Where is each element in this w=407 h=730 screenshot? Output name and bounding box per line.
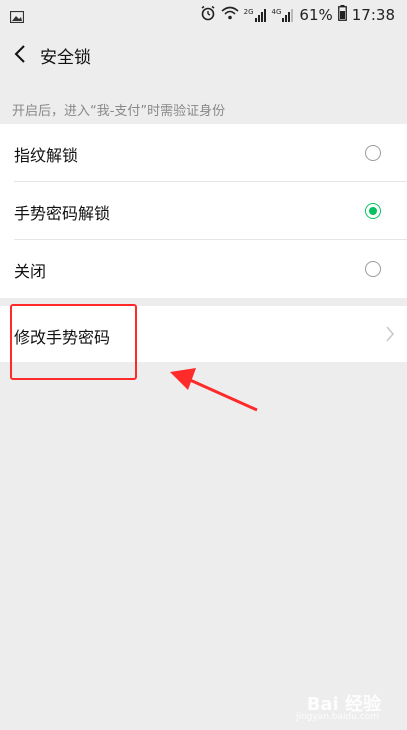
highlight-box [10,304,137,380]
battery-percent: 61% [299,6,333,24]
signal-icon-2: 4G [272,8,295,22]
alarm-icon [200,5,216,25]
radio-unchecked-icon[interactable] [365,261,381,277]
option-fingerprint-unlock[interactable]: 指纹解锁 [14,124,407,182]
option-gesture-unlock[interactable]: 手势密码解锁 [14,182,407,240]
image-icon [9,8,25,27]
back-button[interactable] [10,42,32,66]
status-bar: 2G 4G 61% 17:38 [0,0,407,30]
radio-unchecked-icon[interactable] [365,145,381,161]
security-hint-text: 开启后，进入“我-支付”时需验证身份 [12,104,226,119]
radio-checked-icon[interactable] [365,203,381,219]
baidu-watermark-url: jingyan.baidu.com [295,712,379,722]
option-label: 手势密码解锁 [14,204,111,223]
wifi-icon [221,6,239,24]
chevron-left-icon [14,45,25,63]
option-label: 指纹解锁 [14,146,79,165]
header-bar: 安全锁 [0,30,407,78]
signal-label-1: 2G [243,8,254,16]
signal-label-2: 4G [271,8,282,16]
signal-icon-1: 2G [244,8,267,22]
option-off[interactable]: 关闭 [14,240,407,298]
option-label: 关闭 [14,262,47,281]
chevron-right-icon [386,326,394,342]
page-title: 安全锁 [40,48,91,68]
battery-icon [337,5,347,25]
status-time: 17:38 [351,6,395,24]
lock-options-group: 指纹解锁 手势密码解锁 关闭 [0,124,407,298]
